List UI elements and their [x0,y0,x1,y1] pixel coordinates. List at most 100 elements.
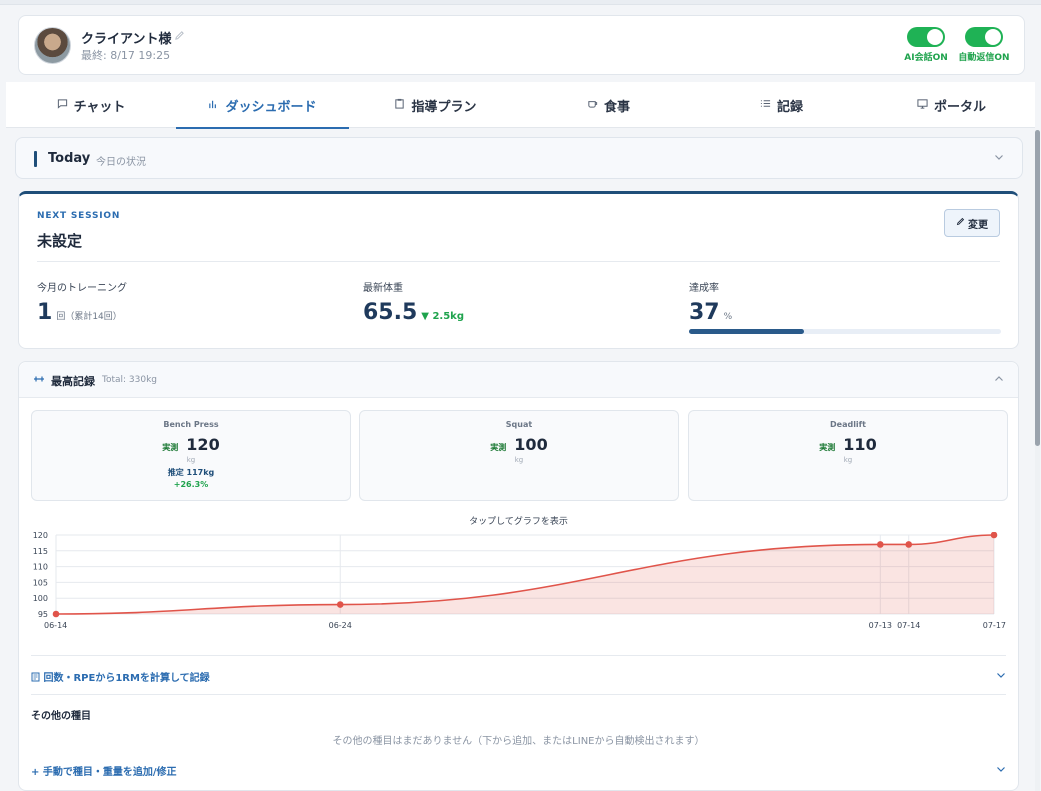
y-tick-label: 100 [33,594,48,603]
data-point [877,541,884,548]
today-subtitle: 今日の状況 [96,157,146,168]
next-session-card: NEXT SESSION 未設定 変更 今月のトレーニング 1 回（累計14回）… [18,191,1019,349]
tab-meals[interactable]: 食事 [522,82,695,128]
dumbbell-icon [33,374,45,387]
measured-tag: 実測 [162,443,179,452]
tab-records[interactable]: 記録 [695,82,868,128]
client-name: クライアント様 [81,32,172,47]
other-exercises-empty: その他の種目はまだありません（下から追加、またはLINEから自動検出されます） [332,736,705,747]
rm-calc-link[interactable]: 回数・RPEから1RMを計算して記録 [31,669,210,684]
lift-value: 100 [514,435,548,454]
lift-value: 120 [186,435,220,454]
cup-icon [587,98,598,112]
tab-label: 指導プラン [411,99,477,115]
last-seen: 最終: 8/17 19:25 [81,49,171,62]
lift-unit: kg [186,456,196,464]
records-header[interactable]: 最高記録 Total: 330kg [19,362,1018,398]
chat-icon [57,98,68,112]
lift-unit: kg [843,456,853,464]
main-tabs: チャット ダッシュボード 指導プラン 食事 記録 ポータル [6,82,1035,129]
pencil-icon [956,217,965,229]
estimate-value: 推定 117kg [167,468,215,477]
change-button[interactable]: 変更 [944,209,1000,237]
stat-unit: 回（累計14回） [56,312,122,322]
records-section: 最高記録 Total: 330kg Bench Press 実測 120 kg … [18,361,1019,791]
other-exercises-title: その他の種目 [31,711,91,722]
lift-name: Deadlift [830,420,866,429]
section-accent-bar [34,151,37,167]
data-point [52,610,60,618]
auto-reply-switch[interactable] [965,27,1003,47]
stat-label: 最新体重 [363,283,403,294]
y-tick-label: 120 [33,532,48,540]
scrollbar[interactable] [1035,130,1040,791]
x-tick-label: 06-14 [44,621,67,630]
edit-name-icon[interactable] [174,30,186,42]
list-icon [760,98,771,112]
manual-add-label: 手動で種目・重量を追加/修正 [42,767,177,778]
today-section-header[interactable]: Today 今日の状況 [15,137,1023,179]
lift-name: Squat [505,420,533,429]
calculator-icon [31,672,40,682]
stat-weight: 最新体重 65.5 ▼ 2.5kg [363,279,464,325]
data-point [905,541,913,548]
change-button-label: 変更 [968,219,988,231]
auto-reply-label: 自動返信ON [958,53,1010,63]
progress-chart[interactable]: 95 100 105 110 115 120 06-14 06-24 07-13 07-14 07-… [19,532,1019,647]
stat-unit: % [723,312,733,322]
manual-add-link[interactable]: + 手動で種目・重量を追加/修正 [31,763,177,778]
stat-label: 達成率 [689,283,719,294]
tab-chat[interactable]: チャット [6,82,176,128]
change-percent: +26.3% [173,480,209,489]
y-tick-label: 115 [33,547,48,556]
chart-icon [208,98,219,112]
lift-value: 110 [843,435,877,454]
tab-label: ポータル [933,99,986,115]
y-tick-label: 105 [33,578,48,587]
series-area [56,535,994,614]
achievement-progress-bar [689,329,1001,334]
tab-dashboard[interactable]: ダッシュボード [176,82,349,129]
lift-card-squat[interactable]: Squat 実測 100 kg [359,410,679,501]
clipboard-icon [394,98,405,112]
tab-label: ダッシュボード [225,99,317,115]
measured-tag: 実測 [819,443,836,452]
x-tick-label: 06-24 [329,621,352,630]
tab-plan[interactable]: 指導プラン [349,82,522,128]
today-title: Today [48,151,91,166]
tab-label: 食事 [603,99,630,115]
next-session-label: NEXT SESSION [37,211,121,221]
lift-card-deadlift[interactable]: Deadlift 実測 110 kg [688,410,1008,501]
tab-portal[interactable]: ポータル [868,82,1035,128]
chevron-down-icon[interactable] [996,670,1006,683]
avatar[interactable] [34,27,71,64]
chart-hint: タップしてグラフを表示 [469,517,568,527]
ai-chat-switch[interactable] [907,27,945,47]
measured-tag: 実測 [490,443,507,452]
ai-chat-toggle[interactable]: AI会話ON [896,27,956,63]
stat-training: 今月のトレーニング 1 回（累計14回） [37,279,127,325]
rm-calc-row[interactable]: 回数・RPEから1RMを計算して記録 [31,655,1006,695]
manual-add-row[interactable]: + 手動で種目・重量を追加/修正 [31,762,1006,782]
tab-label: チャット [73,99,126,115]
scrollbar-thumb[interactable] [1035,130,1040,446]
lift-unit: kg [514,456,524,464]
lift-name: Bench Press [163,420,219,429]
chevron-up-icon[interactable] [994,374,1004,387]
x-tick-label: 07-17 [983,621,1006,630]
data-point [990,532,998,539]
auto-reply-toggle[interactable]: 自動返信ON [954,27,1014,63]
tab-label: 記録 [776,99,803,115]
lift-card-bench[interactable]: Bench Press 実測 120 kg 推定 117kg +26.3% [31,410,351,501]
chevron-down-icon[interactable] [996,764,1006,777]
monitor-icon [917,98,928,112]
next-session-value: 未設定 [37,232,83,250]
stat-value: 1 [37,300,53,325]
x-tick-label: 07-13 [869,621,892,630]
plus-icon: + [31,767,40,778]
records-total: Total: 330kg [102,375,158,385]
records-title: 最高記録 [51,375,95,388]
chevron-down-icon[interactable] [994,152,1004,165]
divider [37,261,1000,262]
weight-delta: ▼ 2.5kg [421,311,464,322]
